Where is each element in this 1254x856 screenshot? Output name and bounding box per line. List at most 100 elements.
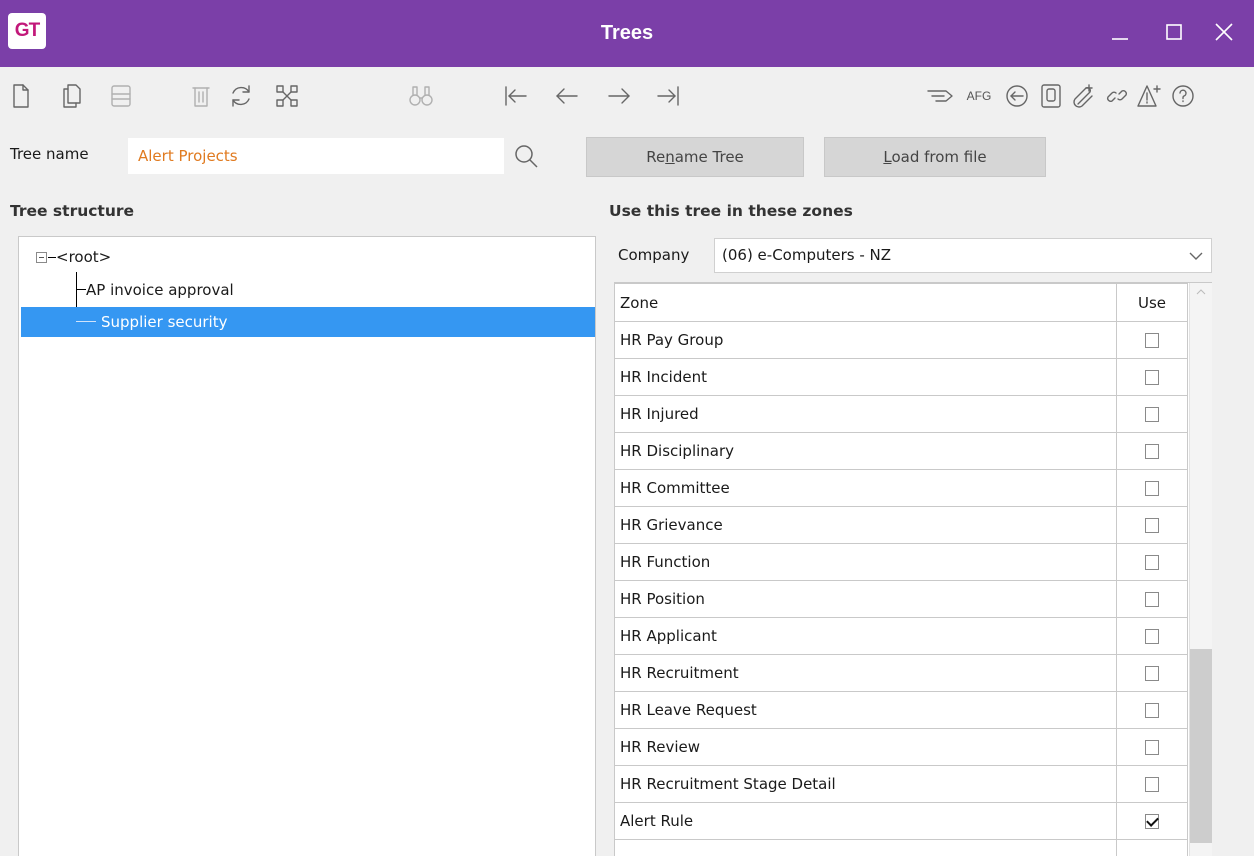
toolbar: AFG [0,67,1254,129]
attach-icon[interactable] [1066,79,1100,113]
afg-icon[interactable]: AFG [962,79,996,113]
tree-node-ap-invoice-approval[interactable]: AP invoice approval [86,275,234,305]
zone-cell: HR Leave Request [615,691,1117,729]
table-row[interactable]: HR Recruitment Stage Detail [615,765,1188,803]
use-checkbox[interactable] [1145,591,1159,607]
use-cell [1116,395,1188,433]
tree-name-input[interactable] [128,138,504,174]
window-title: Trees [600,22,654,44]
zone-cell: HR Recruitment [615,654,1117,692]
scroll-up-icon[interactable] [1190,285,1212,299]
table-row[interactable]: HR Grievance [615,506,1188,544]
table-row[interactable]: HR Disciplinary [615,432,1188,470]
tree-structure-icon[interactable] [270,79,304,113]
next-icon[interactable] [602,79,636,113]
tree-connector [48,257,56,258]
table-row[interactable]: HR Injured [615,395,1188,433]
link-icon[interactable] [1100,79,1134,113]
table-row[interactable]: Alert Rule [615,802,1188,840]
save-icon[interactable] [104,79,138,113]
zone-cell: HR Grievance [615,506,1117,544]
last-icon[interactable] [652,79,686,113]
tree-connector [76,321,96,322]
zone-cell: HR Pay Group [615,321,1117,359]
maximize-button[interactable] [1154,14,1194,50]
scrollbar-thumb[interactable] [1190,649,1212,843]
use-cell [1116,728,1188,766]
use-checkbox[interactable] [1145,480,1159,496]
use-checkbox[interactable] [1145,739,1159,755]
load-from-file-label: Load from file [883,148,987,166]
zone-cell: HR Disciplinary [615,432,1117,470]
use-checkbox[interactable] [1145,406,1159,422]
table-row[interactable]: HR Committee [615,469,1188,507]
table-row[interactable]: HR Position [615,580,1188,618]
use-cell [1116,802,1188,840]
zone-cell: HR Committee [615,469,1117,507]
copy-icon[interactable] [54,79,88,113]
vertical-scrollbar[interactable] [1189,283,1212,856]
use-checkbox[interactable] [1145,628,1159,644]
use-checkbox[interactable] [1145,517,1159,533]
zone-cell: Alert Rule [615,802,1117,840]
refresh-icon[interactable] [224,79,258,113]
table-header: Zone Use [615,283,1188,322]
new-icon[interactable] [4,79,38,113]
alert-icon[interactable] [1132,79,1166,113]
use-cell [1116,765,1188,803]
use-cell [1116,580,1188,618]
company-select[interactable]: (06) e-Computers - NZ [714,238,1212,273]
table-row[interactable]: HR Incident [615,358,1188,396]
zone-cell: HR Injured [615,395,1117,433]
use-cell [1116,691,1188,729]
zone-cell: HR Position [615,580,1117,618]
tree-node-supplier-security[interactable]: Supplier security [21,307,595,337]
use-checkbox[interactable] [1145,443,1159,459]
zone-column-header[interactable]: Zone [615,283,1117,322]
tree-node-root[interactable]: <root> [56,242,111,272]
use-checkbox[interactable] [1145,369,1159,385]
help-icon[interactable] [1166,79,1200,113]
search-icon[interactable] [508,138,544,174]
use-checkbox[interactable] [1145,554,1159,570]
use-checkbox[interactable] [1145,665,1159,681]
tree-panel[interactable]: <root> AP invoice approval Supplier secu… [18,236,596,856]
collapse-icon[interactable] [36,252,47,263]
use-checkbox[interactable] [1145,702,1159,718]
previous-icon[interactable] [550,79,584,113]
table-row[interactable]: HR Function [615,543,1188,581]
zone-cell: HR Function [615,543,1117,581]
first-icon[interactable] [498,79,532,113]
use-checkbox[interactable] [1145,776,1159,792]
close-button[interactable] [1204,14,1244,50]
company-label: Company [618,246,690,264]
use-cell [1116,839,1188,856]
tag-icon[interactable] [924,79,958,113]
table-row[interactable]: HR Recruitment [615,654,1188,692]
zone-cell: HR Review [615,728,1117,766]
zone-cell: HR Applicant [615,617,1117,655]
load-from-file-button[interactable]: Load from file [824,137,1046,177]
find-icon[interactable] [404,79,438,113]
table-row[interactable]: HR Leave Request [615,691,1188,729]
zone-cell: HR Incident [615,358,1117,396]
use-checkbox[interactable] [1145,813,1159,829]
use-cell [1116,654,1188,692]
use-cell [1116,321,1188,359]
use-checkbox[interactable] [1145,332,1159,348]
table-row[interactable]: HR Pay Group [615,321,1188,359]
minimize-button[interactable] [1100,14,1140,50]
document-icon[interactable] [1034,79,1068,113]
table-row[interactable]: HR Review [615,728,1188,766]
tree-structure-heading: Tree structure [10,202,135,220]
back-circle-icon[interactable] [1000,79,1034,113]
zone-table: Zone Use HR Pay Group HR Incident HR Injur… [615,283,1188,856]
title-bar: GT Trees [0,0,1254,67]
use-column-header[interactable]: Use [1116,283,1188,322]
delete-icon[interactable] [184,79,218,113]
rename-tree-button[interactable]: Rename Tree [586,137,804,177]
tree-connector [76,289,86,290]
table-row[interactable]: HR Applicant [615,617,1188,655]
zone-cell [615,839,1117,856]
use-cell [1116,543,1188,581]
